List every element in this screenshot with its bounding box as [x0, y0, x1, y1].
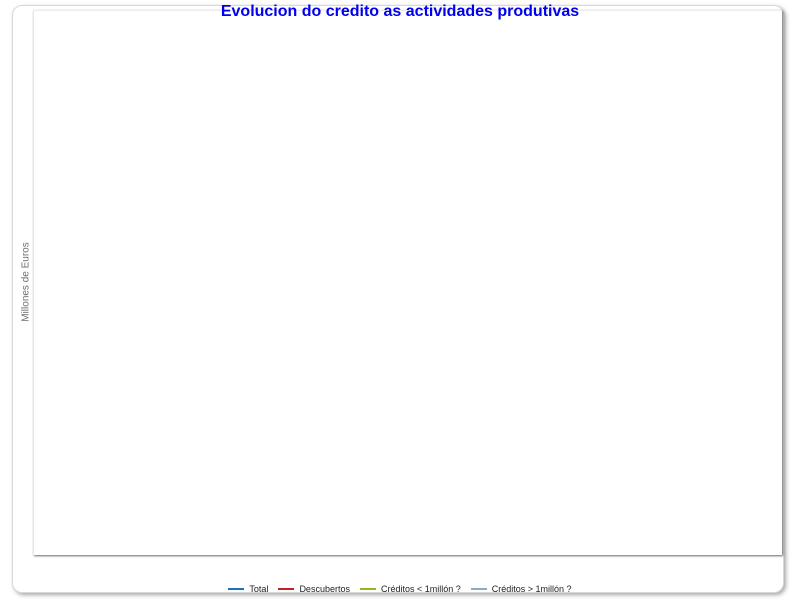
legend-swatch — [278, 588, 295, 590]
plot-canvas — [34, 11, 783, 556]
legend-item[interactable]: Créditos < 1millón ? — [359, 584, 461, 594]
legend-label: Descubertos — [299, 584, 350, 594]
legend-label: Total — [249, 584, 269, 594]
plot-area — [33, 10, 782, 555]
chart-title: Evolucion do credito as actividades prod… — [220, 3, 580, 20]
legend-label: Créditos > 1millón ? — [491, 584, 572, 594]
legend-item[interactable]: Descubertos — [278, 584, 350, 594]
legend-item[interactable]: Créditos > 1millón ? — [470, 584, 572, 594]
legend-swatch — [470, 588, 487, 590]
legend-swatch — [359, 588, 376, 590]
legend-item[interactable]: Total — [228, 584, 268, 594]
legend: Total Descubertos Créditos < 1millón ? Créd… — [0, 584, 800, 594]
y-axis-label: Millones de Euros — [20, 242, 32, 322]
legend-label: Créditos < 1millón ? — [380, 584, 461, 594]
legend-swatch — [228, 588, 245, 590]
